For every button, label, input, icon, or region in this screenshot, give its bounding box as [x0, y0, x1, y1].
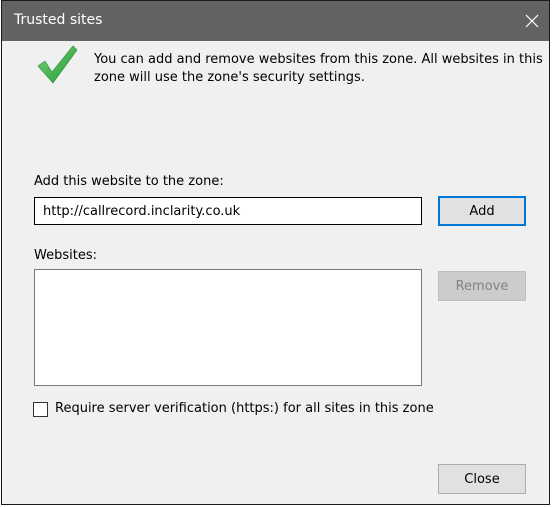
websites-list[interactable] — [34, 269, 422, 386]
require-https-label[interactable]: Require server verification (https:) for… — [55, 401, 434, 416]
close-window-button[interactable] — [515, 1, 549, 41]
require-https-checkbox[interactable] — [33, 402, 48, 417]
close-button[interactable]: Close — [438, 464, 526, 494]
close-icon — [525, 14, 539, 28]
remove-button: Remove — [438, 271, 526, 301]
intro-text: You can add and remove websites from thi… — [94, 52, 543, 85]
trusted-sites-dialog: Trusted sites You can add and remove web… — [1, 0, 550, 505]
title-bar[interactable]: Trusted sites — [2, 1, 549, 41]
checkmark-icon — [37, 45, 78, 84]
window-title: Trusted sites — [14, 12, 103, 28]
website-url-input[interactable] — [34, 197, 422, 225]
add-button[interactable]: Add — [438, 196, 526, 226]
add-website-label: Add this website to the zone: — [34, 174, 224, 189]
websites-label: Websites: — [34, 248, 97, 263]
